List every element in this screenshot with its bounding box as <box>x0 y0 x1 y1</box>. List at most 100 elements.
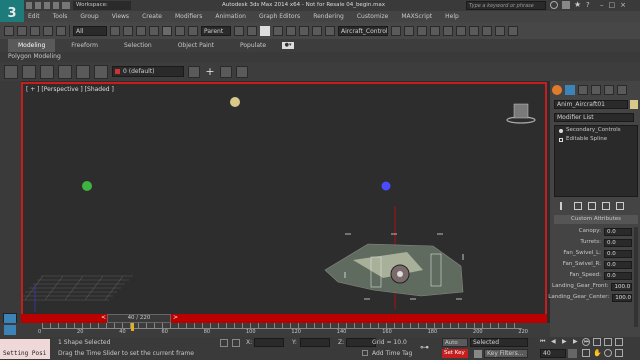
mirror-icon[interactable] <box>391 25 401 36</box>
rollout-header[interactable]: Custom Attributes <box>554 215 638 224</box>
zoom-icon[interactable] <box>582 338 590 346</box>
keyboard-shortcut-icon[interactable] <box>260 25 270 36</box>
time-slider-thumb[interactable]: 40 / 220 <box>107 314 171 323</box>
maxscript-listener-box[interactable]: Setting Posi <box>0 339 50 359</box>
move-icon[interactable] <box>162 25 172 36</box>
redo-icon[interactable] <box>17 25 27 36</box>
set-key-button[interactable]: Set Key <box>442 349 468 358</box>
param-canopy-value[interactable]: 0.0 <box>604 227 632 236</box>
quick-access-icons[interactable] <box>26 2 70 9</box>
close-button[interactable]: × <box>620 1 626 9</box>
key-filters-button[interactable]: Key Filters... <box>484 349 528 358</box>
stack-item-secondary-controls[interactable]: Secondary_Controls <box>555 126 637 135</box>
align-icon[interactable] <box>404 25 414 36</box>
help-search-icon[interactable] <box>550 1 558 9</box>
go-to-start-icon[interactable]: ⏮ <box>540 338 548 346</box>
current-frame-field[interactable]: 40 <box>540 349 566 358</box>
perspective-viewport[interactable]: [ + ] [Perspective ] [Shaded ] <box>21 82 547 320</box>
ribbon-options-icon[interactable]: ●▾ <box>282 42 295 49</box>
object-name-field[interactable]: Anim_Aircraft01 <box>554 100 628 109</box>
maximize-viewport-icon[interactable] <box>615 349 623 357</box>
pin-stack-icon[interactable] <box>560 202 568 210</box>
render-setup-icon[interactable] <box>482 25 492 36</box>
show-end-result-icon[interactable] <box>574 202 582 210</box>
link-icon[interactable] <box>30 25 40 36</box>
time-slider-next-button[interactable]: > <box>173 314 178 321</box>
menu-rendering[interactable]: Rendering <box>313 13 344 20</box>
utilities-tab-icon[interactable] <box>617 85 627 95</box>
layer-dropdown[interactable]: 0 (default) <box>112 66 184 77</box>
unlink-icon[interactable] <box>43 25 53 36</box>
bind-space-warp-icon[interactable] <box>56 25 66 36</box>
workspace-dropdown[interactable]: Workspace: Default <box>73 1 131 17</box>
edit-named-selection-icon[interactable] <box>325 25 335 36</box>
material-editor-icon[interactable] <box>469 25 479 36</box>
select-object-icon[interactable] <box>110 25 120 36</box>
help-icon[interactable]: ? <box>586 1 594 9</box>
configure-modifier-sets-icon[interactable] <box>616 202 624 210</box>
selection-filter-dropdown[interactable]: All <box>73 25 107 36</box>
percent-snap-icon[interactable] <box>299 25 309 36</box>
set-current-layer-icon[interactable] <box>236 65 248 78</box>
undo-icon[interactable] <box>4 25 14 36</box>
maximize-button[interactable]: □ <box>609 1 616 9</box>
next-frame-icon[interactable]: ▶ <box>573 338 581 346</box>
pivot-center-icon[interactable] <box>234 25 244 36</box>
menu-customize[interactable]: Customize <box>357 13 389 20</box>
search-input[interactable]: Type a keyword or phrase <box>466 1 546 10</box>
object-color-swatch[interactable] <box>630 100 638 109</box>
track-bar[interactable]: 0 20 40 60 80 100 120 140 160 180 200 22… <box>0 323 550 337</box>
tab-modeling[interactable]: Modeling <box>8 39 56 52</box>
reference-coordinate-dropdown[interactable]: Parent <box>201 25 231 36</box>
stack-item-editable-spline[interactable]: Editable Spline <box>555 135 637 144</box>
curve-editor-icon[interactable] <box>443 25 453 36</box>
time-configuration-icon[interactable] <box>568 349 577 358</box>
auto-key-button[interactable]: Auto Key <box>442 338 468 354</box>
schematic-view-icon[interactable] <box>456 25 466 36</box>
layer-icon[interactable] <box>22 64 36 79</box>
star-icon[interactable]: ★ <box>574 1 582 9</box>
angle-snap-icon[interactable] <box>286 25 296 36</box>
time-slider-bar[interactable]: < 40 / 220 > <box>21 314 547 323</box>
lock-selection-icon[interactable] <box>220 339 228 347</box>
zoom-all-icon[interactable] <box>593 338 601 346</box>
transform-mode-icon[interactable] <box>232 339 240 347</box>
named-selection-dropdown[interactable]: Aircraft_Control <box>338 25 388 36</box>
modifier-list-dropdown[interactable]: Modifier List <box>554 113 634 122</box>
add-to-layer-icon[interactable]: + <box>204 65 216 78</box>
menu-maxscript[interactable]: MAXScript <box>401 13 432 20</box>
pan-icon[interactable]: ✋ <box>593 349 602 357</box>
snaps-toggle-icon[interactable] <box>273 25 283 36</box>
remove-modifier-icon[interactable] <box>602 202 610 210</box>
select-manipulate-icon[interactable] <box>247 25 257 36</box>
param-turrets-value[interactable]: 0.0 <box>604 238 632 247</box>
layer-color-icon[interactable] <box>94 64 108 79</box>
param-fan-swivel-l-value[interactable]: 0.0 <box>604 249 632 258</box>
key-mode-dropdown[interactable]: Selected <box>470 338 528 347</box>
layer-render-icon[interactable] <box>76 64 90 79</box>
layer-manager-icon[interactable] <box>4 64 18 79</box>
spinner-snap-icon[interactable] <box>312 25 322 36</box>
rendered-frame-window-icon[interactable] <box>495 25 505 36</box>
display-tab-icon[interactable] <box>604 85 614 95</box>
param-landing-gear-front-value[interactable]: 100.0 <box>611 282 632 291</box>
layer-manager-icon[interactable] <box>417 25 427 36</box>
zoom-extents-all-icon[interactable] <box>615 338 623 346</box>
select-by-name-icon[interactable] <box>123 25 133 36</box>
rectangular-selection-icon[interactable] <box>136 25 146 36</box>
tab-freeform[interactable]: Freeform <box>61 39 108 52</box>
hierarchy-tab-icon[interactable] <box>578 85 588 95</box>
mini-curve-editor-icon[interactable] <box>4 325 16 335</box>
zoom-extents-icon[interactable] <box>604 338 612 346</box>
key-filter-icon[interactable] <box>474 350 482 358</box>
create-tab-icon[interactable] <box>552 85 562 95</box>
render-production-icon[interactable] <box>508 25 518 36</box>
menu-modifiers[interactable]: Modifiers <box>175 13 202 20</box>
field-of-view-icon[interactable] <box>582 349 590 357</box>
param-fan-speed-value[interactable]: 0.0 <box>604 271 632 280</box>
rotate-icon[interactable] <box>175 25 185 36</box>
select-in-layer-icon[interactable] <box>220 65 232 78</box>
tab-populate[interactable]: Populate <box>230 39 276 52</box>
x-coordinate-field[interactable] <box>254 338 284 347</box>
menu-help[interactable]: Help <box>445 13 459 20</box>
